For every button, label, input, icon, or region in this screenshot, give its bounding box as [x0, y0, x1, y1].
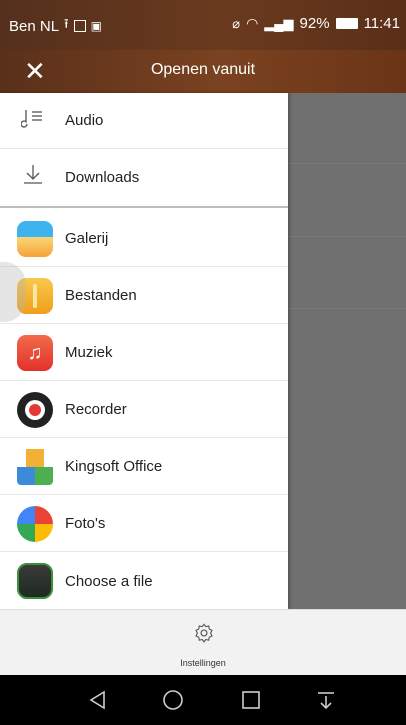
clock: 11:41 — [363, 15, 400, 32]
app-item-label: Choose a file — [65, 572, 153, 590]
image-notification-icon — [73, 20, 86, 32]
photos-app-icon — [17, 505, 53, 542]
back-icon[interactable] — [86, 688, 110, 712]
app-item-label: Muziek — [65, 344, 113, 361]
recent-apps-icon[interactable] — [239, 688, 263, 712]
page-title: Openen vanuit — [150, 61, 256, 78]
app-item-label: Galerij — [65, 230, 109, 247]
app-item-galerij[interactable]: Galerij — [0, 211, 288, 267]
app-item-label: Kingsoft Office — [65, 458, 163, 475]
signal-icon: ▂▄▆ — [264, 15, 294, 31]
background-divider — [288, 163, 406, 164]
app-item-recorder[interactable]: Recorder — [0, 382, 288, 438]
app-item-label: Bestanden — [65, 287, 137, 304]
settings-gear-icon[interactable] — [193, 622, 215, 644]
battery-percentage: 92% — [299, 15, 330, 32]
choose-file-app-icon — [17, 563, 53, 599]
status-right: ⌀ ◠ ▂▄▆ 92% 11:41 — [232, 15, 400, 32]
app-item-muziek[interactable]: ♫ Muziek — [0, 325, 288, 381]
app-item-label: Recorder — [65, 401, 127, 418]
app-item-fotos[interactable]: Foto's — [0, 496, 288, 552]
app-item-kingsoft-office[interactable]: Kingsoft Office — [0, 439, 288, 495]
status-bar: Ben NL ⭱ ▣ ⌀ ◠ ▂▄▆ 92% 11:41 — [0, 0, 406, 50]
upload-icon: ⭱ — [64, 16, 69, 31]
background-divider — [288, 308, 406, 309]
app-item-choose-file[interactable]: Choose a file — [0, 553, 288, 609]
home-icon[interactable] — [161, 688, 185, 712]
battery-icon — [335, 18, 358, 29]
vibrate-icon: ⌀ — [232, 15, 241, 31]
app-item-bestanden[interactable]: Bestanden — [0, 268, 288, 324]
section-divider — [0, 206, 288, 208]
drawer-item-audio[interactable]: Audio — [0, 93, 288, 149]
dimmed-background[interactable] — [288, 93, 406, 609]
app-bar: ✕ Openen vanuit — [0, 50, 406, 93]
bottom-bar: Instellingen — [0, 609, 406, 675]
kingsoft-office-app-icon — [17, 448, 53, 485]
notification-pulldown-icon[interactable] — [314, 688, 338, 712]
open-from-drawer: Audio Downloads Galerij Bestanden ♫ Muzi… — [0, 93, 288, 609]
background-divider — [288, 236, 406, 237]
wifi-icon: ◠ — [246, 15, 259, 31]
settings-label[interactable]: Instellingen — [0, 658, 406, 668]
briefcase-icon: ▣ — [90, 19, 102, 33]
recorder-app-icon — [17, 391, 53, 428]
music-app-icon: ♫ — [17, 334, 53, 371]
navigation-bar — [0, 675, 406, 725]
gallery-app-icon — [17, 220, 53, 257]
drawer-item-downloads[interactable]: Downloads — [0, 149, 288, 205]
app-item-label: Foto's — [65, 515, 106, 532]
status-left: Ben NL ⭱ ▣ — [9, 15, 102, 37]
download-icon — [17, 162, 49, 192]
music-note-list-icon — [17, 106, 49, 136]
carrier-name: Ben NL — [9, 17, 60, 35]
drawer-item-label: Downloads — [65, 168, 140, 186]
drawer-item-label: Audio — [65, 112, 104, 129]
